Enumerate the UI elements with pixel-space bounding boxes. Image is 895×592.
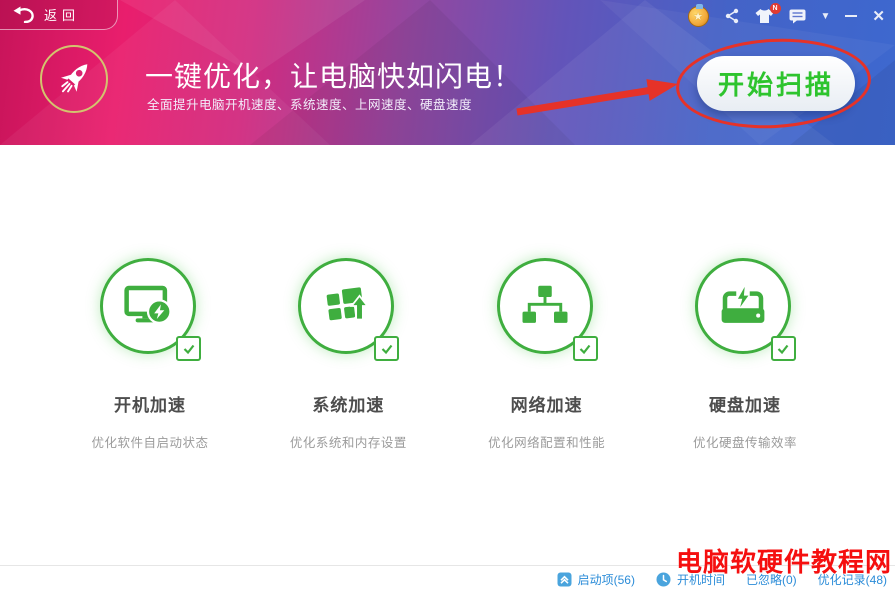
feature-subtitle: 优化网络配置和性能 (488, 432, 605, 451)
share-icon[interactable] (724, 8, 740, 24)
feature-title: 系统加速 (312, 391, 384, 416)
footer-ignored[interactable]: 已忽略(0) (746, 571, 797, 588)
feature-disk-acceleration: 硬盘加速 优化硬盘传输效率 (655, 258, 835, 451)
footer-statusbar: 启动项(56) 开机时间 已忽略(0) 优化记录(48) (0, 565, 895, 592)
rocket-emblem (40, 45, 108, 113)
checkmark-icon (776, 342, 790, 356)
feature-subtitle: 优化软件自启动状态 (91, 432, 208, 451)
hero-title: 一键优化，让电脑快如闪电！ (145, 55, 522, 95)
windows-up-arrow-icon (319, 279, 373, 333)
feedback-message-icon[interactable] (789, 9, 806, 24)
footer-item-label: 启动项(56) (578, 571, 635, 588)
feature-title: 网络加速 (511, 391, 583, 416)
minimize-icon (845, 15, 857, 17)
footer-startup-items[interactable]: 启动项(56) (557, 571, 635, 588)
disk-checkbox[interactable] (771, 336, 796, 361)
dropdown-glyph: ▼ (821, 11, 831, 22)
titlebar-icons: ★ N (688, 4, 885, 28)
checkmark-icon (182, 342, 196, 356)
optimizer-window: 返回 ★ N (0, 0, 895, 592)
feature-system-acceleration: 系统加速 优化系统和内存设置 (258, 258, 438, 451)
footer-optimize-records[interactable]: 优化记录(48) (818, 571, 887, 588)
startup-items-icon (557, 572, 572, 587)
feature-boot-toggle[interactable] (100, 258, 200, 358)
feature-grid: 开机加速 优化软件自启动状态 (0, 258, 895, 451)
checkmark-icon (380, 342, 394, 356)
notification-badge: N (770, 3, 781, 14)
minimize-button[interactable] (845, 15, 857, 17)
feature-boot-acceleration: 开机加速 优化软件自启动状态 (60, 258, 240, 451)
back-arrow-icon (13, 6, 35, 23)
medal-icon[interactable]: ★ (688, 6, 709, 27)
network-checkbox[interactable] (573, 336, 598, 361)
hero-banner: 返回 ★ N (0, 0, 895, 145)
feature-subtitle: 优化硬盘传输效率 (693, 432, 797, 451)
feature-network-acceleration: 网络加速 优化网络配置和性能 (457, 258, 637, 451)
feature-disk-toggle[interactable] (695, 258, 795, 358)
feature-title: 开机加速 (114, 391, 186, 416)
main-menu-dropdown-icon[interactable]: ▼ (821, 11, 831, 22)
back-button[interactable]: 返回 (0, 0, 118, 30)
feature-network-toggle[interactable] (497, 258, 597, 358)
skin-shirt-icon[interactable]: N (755, 8, 774, 24)
network-nodes-icon (518, 279, 572, 333)
feature-subtitle: 优化系统和内存设置 (290, 432, 407, 451)
back-button-label: 返回 (44, 5, 80, 24)
feature-title: 硬盘加速 (709, 391, 781, 416)
footer-item-label: 优化记录(48) (818, 571, 887, 588)
feature-system-toggle[interactable] (298, 258, 398, 358)
close-icon: ✕ (872, 7, 885, 25)
close-button[interactable]: ✕ (872, 7, 885, 25)
footer-item-label: 开机时间 (677, 571, 725, 588)
monitor-lightning-icon (121, 279, 175, 333)
footer-item-label: 已忽略(0) (746, 571, 797, 588)
start-scan-button[interactable]: 开始扫描 (697, 56, 855, 111)
boot-time-clock-icon (656, 572, 671, 587)
system-checkbox[interactable] (374, 336, 399, 361)
boot-checkbox[interactable] (176, 336, 201, 361)
footer-boot-time[interactable]: 开机时间 (656, 571, 725, 588)
medal-star-glyph: ★ (693, 10, 703, 23)
hero-subtitle: 全面提升电脑开机速度、系统速度、上网速度、硬盘速度 (147, 94, 472, 113)
rocket-icon (49, 53, 99, 104)
checkmark-icon (578, 342, 592, 356)
disk-lightning-icon (716, 279, 770, 333)
